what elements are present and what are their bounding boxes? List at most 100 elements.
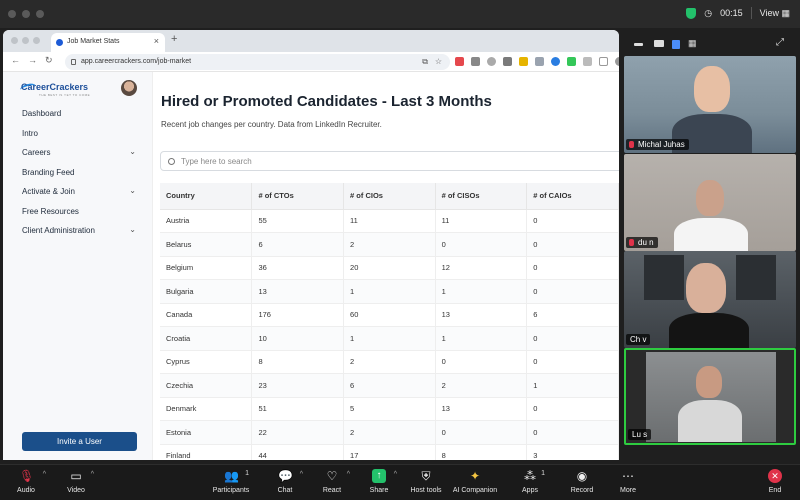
end-meeting-button[interactable]: ✕ End (745, 469, 800, 494)
bookmark-star-icon[interactable]: ☆ (435, 57, 442, 66)
column-header-cios[interactable]: # of CIOs (343, 183, 436, 210)
cell-caios: 0 (526, 209, 619, 233)
browser-minimize-dot[interactable] (22, 37, 29, 44)
chevron-down-icon: ⌄ (129, 225, 136, 234)
cell-country: Croatia (160, 326, 253, 351)
search-input[interactable]: Type here to search (160, 151, 619, 171)
participant-video-tile[interactable]: du n (624, 154, 796, 251)
sidebar-item-activate-join[interactable]: Activate & Join ⌄ (22, 186, 138, 196)
sidebar-item-free-resources[interactable]: Free Resources (22, 207, 138, 216)
video-button[interactable]: ▭ Video ^ (46, 469, 106, 494)
new-tab-button[interactable]: + (171, 33, 177, 45)
speaker-view-icon[interactable] (672, 40, 680, 49)
sidebar-item-label: Intro (22, 129, 39, 138)
zoom-window: ◷ 00:15 View ▦ Job Market Stats × + ← → … (0, 0, 800, 500)
browser-maximize-dot[interactable] (33, 37, 40, 44)
minimize-window-button[interactable] (22, 10, 30, 18)
extension-icon[interactable] (471, 57, 480, 66)
more-button[interactable]: ⋯ More (598, 469, 658, 494)
cell-cisos: 1 (435, 279, 528, 304)
cell-cios: 17 (343, 444, 436, 460)
extensions-puzzle-icon[interactable] (583, 57, 592, 66)
background-frame (644, 255, 684, 300)
sidebar-item-careers[interactable]: Careers ⌄ (22, 147, 138, 157)
table-header-row: Country # of CTOs # of CIOs # of CISOs #… (160, 183, 619, 210)
logo-tagline: THE BEST IS YET TO COME (39, 93, 91, 97)
more-icon: ⋯ (622, 469, 634, 483)
participant-video-tile-active-speaker[interactable]: Lu s (624, 348, 796, 445)
mic-muted-icon: 🎙 (19, 469, 35, 483)
browser-menu-icon[interactable] (615, 57, 619, 66)
close-window-button[interactable] (8, 10, 16, 18)
page-subtitle: Recent job changes per country. Data fro… (161, 120, 382, 129)
browser-tab[interactable]: Job Market Stats × (51, 33, 165, 52)
table-row: Cyprus 8 2 0 0 (160, 350, 619, 374)
site-info-icon[interactable] (71, 59, 76, 65)
gallery-grid-icon[interactable]: ▦ (688, 38, 697, 48)
sidebar-item-intro[interactable]: Intro (22, 129, 138, 138)
maximize-window-button[interactable] (36, 10, 44, 18)
extension-icon[interactable] (519, 57, 528, 66)
cell-cios: 11 (343, 209, 436, 233)
caret-up-icon[interactable]: ^ (91, 471, 94, 478)
cell-ctos: 6 (251, 232, 345, 257)
extensions-area (455, 57, 619, 66)
table-row: Croatia 10 1 1 0 (160, 326, 619, 351)
participant-video-tile[interactable]: Michal Juhas (624, 56, 796, 153)
table-row: Czechia 23 6 2 1 (160, 373, 619, 398)
security-shield-icon[interactable] (686, 7, 697, 19)
divider (750, 7, 752, 19)
sidebar-item-label: Activate & Join (22, 187, 75, 196)
cell-ctos: 176 (251, 303, 345, 327)
participant-face (694, 66, 730, 112)
user-avatar[interactable] (121, 80, 137, 96)
back-icon[interactable]: ← (11, 55, 20, 65)
share-label: Share (369, 487, 389, 494)
extension-icon[interactable] (503, 57, 512, 66)
participant-video-tile[interactable]: Ch v (624, 251, 796, 348)
cell-cisos: 8 (435, 444, 528, 460)
column-header-ctos[interactable]: # of CTOs (251, 183, 345, 210)
extension-icon[interactable] (535, 57, 544, 66)
tab-title: Job Market Stats (67, 38, 120, 45)
participant-body (674, 218, 748, 251)
column-header-caios[interactable]: # of CAIOs (526, 183, 619, 210)
sidebar-item-label: Free Resources (22, 207, 79, 216)
hide-video-icon[interactable] (654, 40, 664, 47)
participant-body (669, 313, 749, 348)
browser-close-dot[interactable] (11, 37, 18, 44)
column-header-country[interactable]: Country (160, 183, 253, 210)
view-button[interactable]: View ▦ (760, 8, 790, 19)
close-tab-icon[interactable]: × (154, 36, 159, 46)
expand-icon[interactable]: ⤢ (776, 37, 784, 48)
sidebar-item-branding-feed[interactable]: Branding Feed (22, 168, 138, 177)
reload-icon[interactable]: ↻ (45, 55, 53, 66)
minimize-video-icon[interactable] (634, 43, 643, 46)
extension-icon[interactable] (551, 57, 560, 66)
pin-icon[interactable] (599, 57, 608, 66)
column-header-cisos[interactable]: # of CISOs (435, 183, 528, 210)
sidebar-item-dashboard[interactable]: Dashboard (22, 109, 138, 118)
invite-user-button[interactable]: Invite a User (22, 432, 137, 451)
extension-icon[interactable] (567, 57, 576, 66)
job-stats-table: Country # of CTOs # of CIOs # of CISOs #… (160, 183, 619, 460)
ai-companion-button[interactable]: ✦ AI Companion (445, 469, 505, 494)
record-label: Record (570, 487, 594, 494)
search-icon (168, 158, 175, 165)
apps-button[interactable]: ⁂ Apps 1 (500, 469, 560, 494)
participants-button[interactable]: 👥 Participants 1 (201, 469, 261, 494)
extension-icon[interactable] (455, 57, 464, 66)
zoom-titlebar: ◷ 00:15 View ▦ (0, 0, 800, 28)
react-label: React (322, 487, 342, 494)
sidebar-item-client-administration[interactable]: Client Administration ⌄ (22, 225, 138, 235)
address-bar[interactable]: app.careercrackers.com/job-market ⧉ ☆ (65, 54, 450, 70)
extension-icon[interactable] (487, 57, 496, 66)
search-placeholder: Type here to search (181, 157, 252, 166)
participant-name: Michal Juhas (638, 140, 685, 149)
cell-caios: 3 (526, 444, 619, 460)
logo[interactable]: CareerCrackers (21, 82, 88, 92)
forward-icon[interactable]: → (28, 55, 37, 65)
cell-caios: 0 (526, 350, 619, 374)
clock-icon: ◷ (704, 7, 713, 18)
install-icon[interactable]: ⧉ (422, 57, 428, 67)
